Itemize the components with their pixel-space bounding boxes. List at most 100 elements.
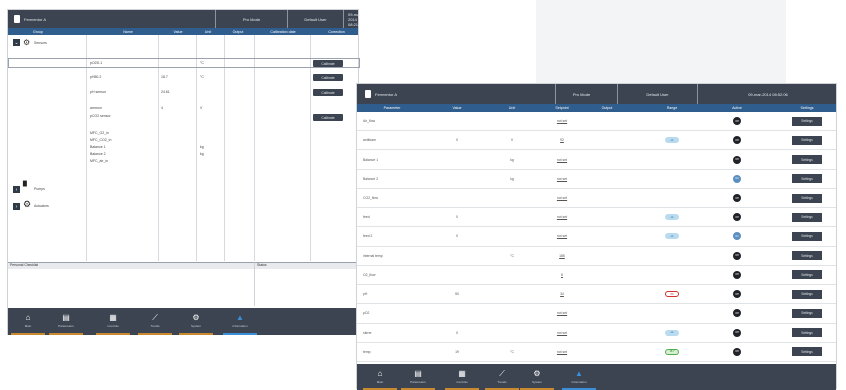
setpoint-link[interactable]: 34: [560, 292, 564, 296]
setpoint-link[interactable]: not set: [557, 234, 567, 238]
col-output[interactable]: Output: [582, 106, 632, 110]
settings-button[interactable]: Settings: [792, 193, 822, 203]
nav-trends[interactable]: ⟋ Trends: [485, 364, 519, 390]
pumps-expand-toggle[interactable]: ›: [13, 186, 20, 193]
col-value[interactable]: Value: [437, 106, 477, 110]
active-toggle[interactable]: Off: [733, 328, 741, 337]
settings-button[interactable]: Settings: [792, 308, 822, 318]
col-group[interactable]: Group: [8, 30, 68, 34]
cell-setpoint: 8: [537, 266, 587, 284]
cell-value: [437, 170, 477, 188]
active-toggle[interactable]: Off: [733, 347, 741, 356]
active-toggle[interactable]: Off: [733, 136, 741, 145]
row-name: pH50.2: [90, 75, 102, 79]
cell-setpoint: not set: [537, 304, 587, 322]
active-toggle[interactable]: Off: [733, 251, 741, 260]
setpoint-link[interactable]: 185: [559, 254, 565, 258]
nav-main[interactable]: ⌂ Main: [11, 308, 45, 335]
cell-range: ok: [647, 131, 697, 149]
active-toggle[interactable]: Off: [733, 194, 741, 203]
settings-button[interactable]: Settings: [792, 289, 822, 299]
nav-parameters[interactable]: ▤ Parameters: [401, 364, 435, 390]
nav-controls[interactable]: ▦ Controls: [445, 364, 479, 390]
information-icon: ▲: [575, 369, 583, 378]
calibrate-button[interactable]: Calibrate: [313, 114, 343, 121]
setpoint-link[interactable]: 92: [560, 138, 564, 142]
nav-trends[interactable]: ⟋ Trends: [138, 308, 172, 335]
controls-icon: ▦: [109, 313, 117, 322]
setpoint-link[interactable]: not set: [557, 158, 567, 162]
settings-button[interactable]: Settings: [792, 174, 822, 184]
nav-parameters[interactable]: ▤ Parameters: [49, 308, 83, 335]
actuators-expand-toggle[interactable]: ›: [13, 203, 20, 210]
user-indicator[interactable]: Default User: [287, 10, 343, 28]
settings-button[interactable]: Settings: [792, 270, 822, 280]
setpoint-link[interactable]: not set: [557, 331, 567, 335]
calibrate-button[interactable]: Calibrate: [313, 74, 343, 81]
settings-button[interactable]: Settings: [792, 155, 822, 165]
selected-row[interactable]: [8, 58, 360, 68]
active-toggle[interactable]: Off: [733, 309, 741, 318]
col-correction[interactable]: Correction: [313, 30, 360, 34]
setpoint-link[interactable]: not set: [557, 350, 567, 354]
nav-label: Trends: [497, 380, 507, 384]
col-unit[interactable]: Unit: [492, 106, 532, 110]
parameters-table: Air_flow not set Off Settings antifoam 0 V 92 ok…: [357, 112, 836, 362]
cell-text: 0: [456, 215, 458, 220]
settings-button[interactable]: Settings: [792, 231, 822, 241]
cell-active: Off: [712, 189, 762, 207]
active-toggle[interactable]: Off: [733, 213, 741, 222]
nav-controls[interactable]: ▦ Controls: [96, 308, 130, 335]
col-range[interactable]: Range: [647, 106, 697, 110]
settings-button[interactable]: Settings: [792, 135, 822, 145]
nav-main[interactable]: ⌂ Main: [363, 364, 397, 390]
mode-indicator[interactable]: Pro Mode: [215, 10, 287, 28]
calibrate-button[interactable]: Calibrate: [313, 89, 343, 96]
setpoint-link[interactable]: not set: [557, 177, 567, 181]
cell-text: stirrer: [363, 330, 372, 335]
settings-button[interactable]: Settings: [792, 328, 822, 338]
col-setpoint[interactable]: Setpoint: [537, 106, 587, 110]
nav-information[interactable]: ▲ Information: [223, 308, 257, 335]
active-toggle[interactable]: Off: [733, 290, 741, 299]
row-value: 4: [161, 106, 163, 110]
calibrate-button[interactable]: Calibrate: [313, 60, 343, 67]
setpoint-link[interactable]: 8: [561, 273, 563, 277]
col-settings[interactable]: Settings: [777, 106, 837, 110]
active-toggle[interactable]: Off: [733, 155, 741, 164]
sensors-expand-toggle[interactable]: ⌄: [13, 39, 20, 46]
col-unit[interactable]: Unit: [193, 30, 223, 34]
settings-button[interactable]: Settings: [792, 347, 822, 357]
active-toggle[interactable]: On: [733, 232, 741, 241]
active-toggle[interactable]: Off: [733, 270, 741, 279]
col-parameter[interactable]: Parameter: [357, 106, 427, 110]
user-indicator[interactable]: Default User: [617, 84, 697, 104]
col-value[interactable]: Value: [158, 30, 198, 34]
active-toggle[interactable]: On: [733, 174, 741, 183]
nav-system[interactable]: ⚙ System: [520, 364, 554, 390]
col-output[interactable]: Output: [221, 30, 255, 34]
settings-button[interactable]: Settings: [792, 251, 822, 261]
active-toggle[interactable]: Off: [733, 117, 741, 126]
cell-text: temp: [363, 349, 371, 354]
cell-active: Off: [712, 112, 762, 130]
range-indicator: ok: [665, 233, 679, 240]
cell-active: Off: [712, 343, 762, 361]
setpoint-link[interactable]: not set: [557, 311, 567, 315]
settings-button[interactable]: Settings: [792, 212, 822, 222]
col-active[interactable]: Active: [712, 106, 762, 110]
mode-indicator[interactable]: Pro Mode: [555, 84, 607, 104]
parameters-icon: ▤: [414, 369, 422, 378]
nav-system[interactable]: ⚙ System: [179, 308, 213, 335]
settings-button[interactable]: Settings: [792, 116, 822, 126]
nav-information[interactable]: ▲ Information: [562, 364, 596, 390]
divider: [158, 35, 159, 261]
setpoint-link[interactable]: not set: [557, 119, 567, 123]
cell-range: [647, 247, 697, 265]
cell-output: [582, 285, 632, 303]
setpoint-link[interactable]: not set: [557, 215, 567, 219]
setpoint-link[interactable]: not set: [557, 196, 567, 200]
datetime-indicator: 09-mar-2014 08:21:15: [343, 10, 360, 28]
col-calibration-date[interactable]: Calibration date: [253, 30, 313, 34]
cell-output: [582, 189, 632, 207]
